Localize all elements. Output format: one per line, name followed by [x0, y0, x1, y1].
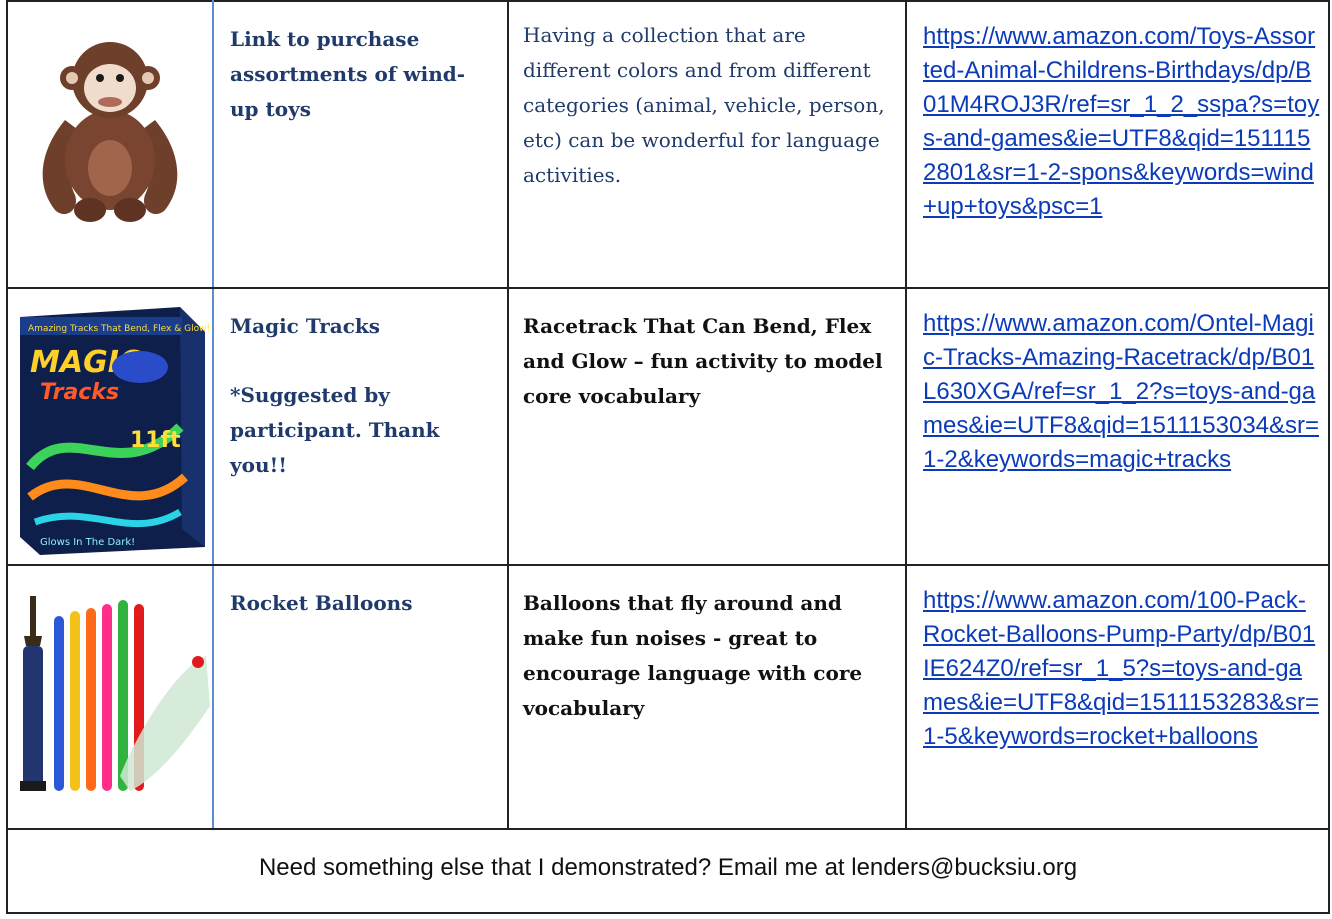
- item-link-cell: https://www.amazon.com/Ontel-Magic-Track…: [905, 287, 1330, 566]
- footer-text: Need something else that I demonstrated?…: [258, 854, 1078, 881]
- item-description: Racetrack That Can Bend, Flex and Glow –…: [523, 314, 883, 408]
- item-description-cell: Racetrack That Can Bend, Flex and Glow –…: [507, 287, 907, 566]
- svg-text:11ft: 11ft: [130, 428, 181, 453]
- item-name: Link to purchase assortments of wind-up …: [230, 27, 466, 121]
- footer-cell: Need something else that I demonstrated?…: [6, 828, 1330, 914]
- table-row: Link to purchase assortments of wind-up …: [6, 0, 1330, 289]
- purchase-link[interactable]: https://www.amazon.com/Toys-Assorted-Ani…: [923, 23, 1319, 220]
- svg-text:Amazing Tracks That Bend, Flex: Amazing Tracks That Bend, Flex & Glow!: [28, 324, 210, 334]
- item-name-cell: Rocket Balloons: [212, 564, 509, 830]
- monkey-toy-image: [42, 42, 178, 222]
- image-cell: Amazing Tracks That Bend, Flex & Glow! M…: [6, 287, 214, 566]
- svg-text:Glows In The Dark!: Glows In The Dark!: [40, 537, 135, 548]
- item-name-cell: Link to purchase assortments of wind-up …: [212, 0, 509, 289]
- item-name: Rocket Balloons: [230, 591, 413, 615]
- item-name: Magic Tracks: [230, 314, 381, 338]
- table-row: Amazing Tracks That Bend, Flex & Glow! M…: [6, 287, 1330, 566]
- item-link-cell: https://www.amazon.com/100-Pack-Rocket-B…: [905, 564, 1330, 830]
- item-description-cell: Balloons that fly around and make fun no…: [507, 564, 907, 830]
- item-description-cell: Having a collection that are different c…: [507, 0, 907, 289]
- document-page: Link to purchase assortments of wind-up …: [0, 0, 1332, 919]
- footer-row: Need something else that I demonstrated?…: [6, 828, 1330, 914]
- item-name-cell: Magic Tracks *Suggested by participant. …: [212, 287, 509, 566]
- table-row: Rocket Balloons Balloons that fly around…: [6, 564, 1330, 830]
- purchase-link[interactable]: https://www.amazon.com/Ontel-Magic-Track…: [923, 310, 1319, 473]
- item-description: Balloons that fly around and make fun no…: [523, 591, 863, 720]
- magic-tracks-box-image: Amazing Tracks That Bend, Flex & Glow! M…: [20, 307, 210, 555]
- purchase-link[interactable]: https://www.amazon.com/100-Pack-Rocket-B…: [923, 587, 1319, 750]
- resource-table: Link to purchase assortments of wind-up …: [6, 0, 1330, 914]
- item-description: Having a collection that are different c…: [523, 23, 885, 187]
- item-note: *Suggested by participant. Thank you!!: [230, 383, 440, 477]
- rocket-balloons-image: [20, 596, 210, 791]
- image-cell: [6, 0, 214, 289]
- item-link-cell: https://www.amazon.com/Toys-Assorted-Ani…: [905, 0, 1330, 289]
- image-cell: [6, 564, 214, 830]
- svg-text:Tracks: Tracks: [40, 380, 119, 405]
